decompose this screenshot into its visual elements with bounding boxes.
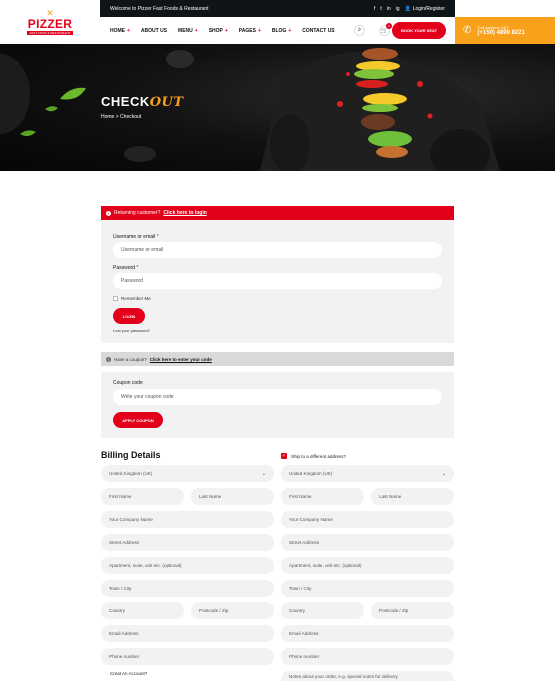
nav-item-blog[interactable]: BLOG + — [272, 28, 291, 34]
password-label: Password * — [113, 265, 139, 271]
user-icon: 👤 — [404, 5, 411, 12]
plus-icon: + — [288, 27, 292, 34]
remember-me-checkbox[interactable] — [113, 296, 118, 301]
nav-item-shop[interactable]: SHOP + — [209, 28, 228, 34]
returning-customer-notice: ! Returning customer? Click here to logi… — [101, 206, 454, 220]
phone-icon: ✆ — [463, 25, 472, 36]
billing-country-select[interactable]: United Kingdom (UK) ⌄ — [101, 465, 274, 482]
nav-item-menu[interactable]: MENU + — [178, 28, 198, 34]
page-title: CHECKOUT — [101, 94, 184, 110]
billing-details-title: Billing Details — [101, 450, 161, 460]
billing-apartment[interactable]: Apartment, suite, unit etc. (optional) — [101, 557, 274, 574]
facebook-icon[interactable]: f — [374, 6, 375, 12]
page-hero: CHECKOUT Home > Checkout — [0, 44, 555, 171]
nav-label: PAGES — [238, 27, 256, 34]
billing-phone[interactable]: Phone number — [101, 648, 274, 665]
coupon-code-input[interactable]: Write your coupon code — [113, 389, 442, 405]
login-toggle-link[interactable]: Click here to login — [163, 210, 206, 216]
billing-first-name[interactable]: First Name — [101, 488, 184, 505]
shipping-apartment[interactable]: Apartment, suite, unit etc. (optional) — [281, 557, 454, 574]
nav-item-pages[interactable]: PAGES + — [239, 28, 261, 34]
login-panel: Username or email * Username or email Pa… — [101, 220, 454, 343]
ship-different-label: Ship to a different address? — [291, 453, 346, 459]
shipping-email[interactable]: Email Address — [281, 625, 454, 642]
shipping-first-name[interactable]: First Name — [281, 488, 364, 505]
shipping-town[interactable]: Town / City — [281, 580, 454, 597]
info-icon: ! — [106, 356, 111, 362]
coupon-panel: Coupon code Write your coupon code APPLY… — [101, 372, 454, 438]
coupon-toggle-link[interactable]: Click here to enter your code — [150, 357, 212, 362]
coupon-notice-text: Have a coupon? — [114, 356, 147, 362]
breadcrumb: Home > Checkout — [101, 114, 141, 120]
login-button[interactable]: LOGIN — [113, 308, 145, 324]
shipping-country-select[interactable]: United Kingdom (UK) ⌄ — [281, 465, 454, 482]
linkedin-icon[interactable]: in — [387, 6, 391, 12]
breadcrumb-home[interactable]: Home — [101, 114, 114, 120]
billing-last-name[interactable]: Last Name — [191, 488, 274, 505]
nav-label: BLOG — [271, 27, 287, 34]
coupon-notice: ! Have a coupon? Click here to enter you… — [101, 352, 454, 366]
billing-town[interactable]: Town / City — [101, 580, 274, 597]
call-box[interactable]: ✆ Call Anytime 24/7 (+150) 4899 8221 — [455, 17, 555, 44]
shipping-street[interactable]: Street Address — [281, 534, 454, 551]
plus-icon: + — [194, 27, 198, 34]
cart-count-badge: 0 — [386, 23, 392, 29]
username-label: Username or email * — [113, 234, 159, 240]
instagram-icon[interactable]: ig — [396, 6, 400, 12]
login-register-label: Login/Register — [412, 5, 445, 12]
cart-icon[interactable]: 🛒 0 — [379, 23, 392, 36]
hero-burger-image — [0, 48, 500, 171]
nav-icons: ⌕ 🛒 0 — [354, 23, 392, 36]
chevron-down-icon: ⌄ — [261, 470, 266, 477]
plus-icon: + — [127, 27, 130, 34]
notice-text: Returning customer? — [114, 210, 161, 216]
login-register-link[interactable]: 👤 Login/Register — [405, 6, 445, 12]
billing-company[interactable]: Your Company Name — [101, 511, 274, 528]
ship-different-address[interactable]: ✓ Ship to a different address? — [281, 453, 346, 459]
username-input[interactable]: Username or email — [113, 242, 442, 258]
search-icon[interactable]: ⌕ — [354, 25, 365, 36]
nav-label: HOME — [110, 27, 125, 34]
password-input[interactable]: Password — [113, 273, 442, 289]
logo-tagline: FAST FOOD & RESTAURANT — [26, 30, 74, 35]
nav-item-contact[interactable]: CONTACT US — [302, 28, 334, 34]
site-logo[interactable]: ✕ PIZZER FAST FOOD & RESTAURANT — [0, 0, 100, 43]
nav-item-home[interactable]: HOME + — [110, 28, 130, 34]
nav-label: MENU — [178, 27, 193, 34]
shipping-last-name[interactable]: Last Name — [371, 488, 454, 505]
info-icon: ! — [106, 210, 111, 216]
book-seat-button[interactable]: BOOK YOUR SEAT — [392, 22, 446, 39]
nav-label: ABOUT US — [140, 27, 168, 34]
nav-label: SHOP — [208, 27, 223, 34]
lost-password-link[interactable]: Lost your password? — [113, 328, 150, 333]
order-notes-textarea[interactable]: Notes about your order, e.g. special not… — [281, 671, 454, 681]
apply-coupon-button[interactable]: APPLY COUPON — [113, 412, 163, 428]
create-account-label[interactable]: Creat An Account? — [110, 671, 147, 676]
billing-email[interactable]: Email Address — [101, 625, 274, 642]
twitter-icon[interactable]: t — [380, 6, 381, 12]
shipping-phone[interactable]: Phone number — [281, 648, 454, 665]
plus-icon: + — [257, 27, 261, 34]
call-number: (+150) 4899 8221 — [477, 30, 525, 36]
billing-country-field[interactable]: Country — [101, 602, 184, 619]
logo-name: PIZZER — [27, 16, 73, 31]
shipping-company[interactable]: Your Company Name — [281, 511, 454, 528]
main-navbar: HOME + ABOUT US MENU + SHOP + PAGES + BLOG + … — [100, 17, 455, 44]
chevron-down-icon: ⌄ — [441, 470, 446, 477]
shipping-postcode[interactable]: Postcode / Zip — [371, 602, 454, 619]
billing-postcode[interactable]: Postcode / Zip — [191, 602, 274, 619]
breadcrumb-current: Checkout — [120, 114, 142, 120]
top-bar: Welcome to Pizzer Fast Foods & Restauran… — [100, 0, 455, 17]
billing-street[interactable]: Street Address — [101, 534, 274, 551]
coupon-code-label: Coupon code — [113, 380, 143, 386]
welcome-text: Welcome to Pizzer Fast Foods & Restauran… — [110, 5, 209, 12]
plus-icon: + — [224, 27, 228, 34]
remember-me-label: Remember Me — [121, 296, 151, 301]
social-links: f t in ig 👤 Login/Register — [374, 6, 445, 12]
shipping-country-field[interactable]: Country — [281, 602, 364, 619]
checkmark-icon[interactable]: ✓ — [281, 453, 287, 459]
nav-item-about[interactable]: ABOUT US — [141, 28, 167, 34]
nav-label: CONTACT US — [302, 27, 335, 34]
main-nav: HOME + ABOUT US MENU + SHOP + PAGES + BLOG + … — [110, 28, 335, 34]
